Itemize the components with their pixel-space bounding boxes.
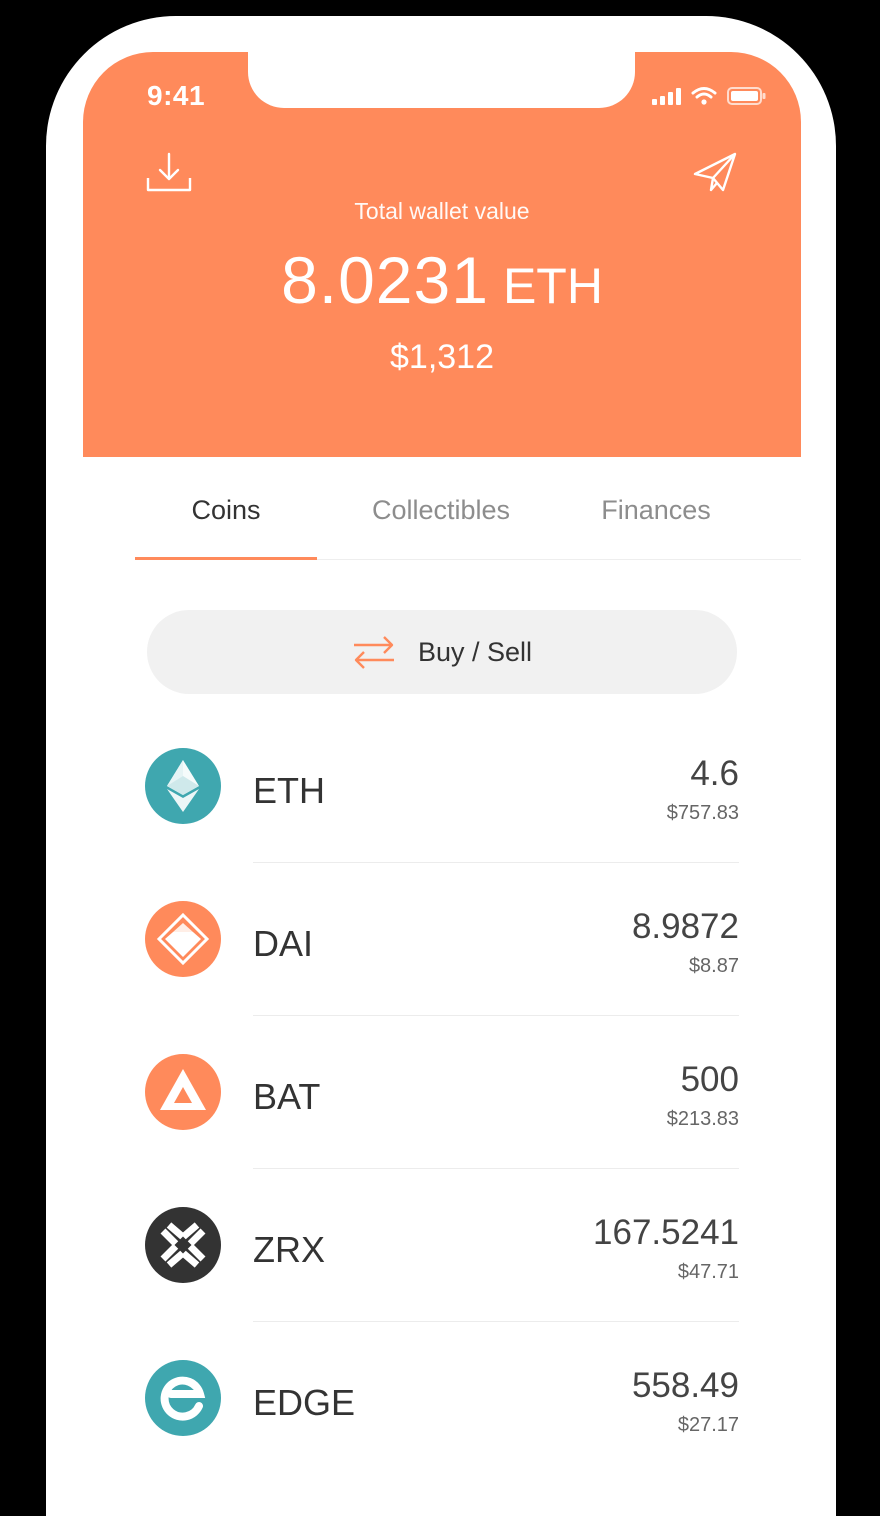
buy-sell-button[interactable]: Buy / Sell bbox=[147, 610, 737, 694]
app-screen: 9:41 Total wallet value 8.0231 ETH $1,31… bbox=[83, 52, 801, 1443]
swap-arrows-icon bbox=[353, 636, 394, 669]
wallet-unit: ETH bbox=[502, 258, 603, 314]
active-tab-indicator bbox=[135, 557, 317, 560]
receive-button[interactable] bbox=[145, 150, 195, 198]
wallet-value: 8.0231 ETH bbox=[83, 242, 801, 318]
wifi-icon bbox=[691, 87, 717, 105]
zrx-icon bbox=[145, 1207, 221, 1283]
signal-icon bbox=[652, 87, 681, 105]
buy-sell-label: Buy / Sell bbox=[417, 636, 533, 667]
coin-amount: 167.5241 bbox=[593, 1213, 739, 1252]
coin-fiat-value: $8.87 bbox=[688, 955, 739, 977]
coin-symbol: ETH bbox=[253, 770, 325, 811]
coin-amount: 500 bbox=[680, 1060, 739, 1099]
row-divider bbox=[253, 862, 739, 863]
coin-fiat-value: $757.83 bbox=[666, 802, 739, 824]
paper-plane-icon bbox=[693, 152, 737, 192]
coin-fiat-value: $213.83 bbox=[666, 1108, 739, 1130]
coin-row-bat[interactable]: BAT 500 $213.83 bbox=[145, 1052, 739, 1204]
status-icons bbox=[652, 86, 767, 106]
coin-amount: 4.6 bbox=[690, 754, 739, 793]
wallet-fiat-value: $1,312 bbox=[390, 338, 494, 376]
row-divider bbox=[253, 1168, 739, 1169]
download-icon bbox=[146, 152, 192, 192]
wallet-header: 9:41 Total wallet value 8.0231 ETH $1,31… bbox=[83, 52, 801, 457]
coin-fiat-value: $27.17 bbox=[677, 1414, 739, 1436]
coin-symbol: ZRX bbox=[253, 1229, 325, 1270]
coin-symbol: DAI bbox=[253, 923, 314, 964]
wallet-label: Total wallet value bbox=[354, 198, 530, 224]
battery-icon bbox=[727, 87, 766, 105]
tab-bar: Coins Collectibles Finances bbox=[83, 457, 801, 562]
coin-amount: 558.49 bbox=[631, 1366, 739, 1405]
bat-icon bbox=[145, 1054, 221, 1130]
tab-divider bbox=[317, 559, 801, 560]
status-time: 9:41 bbox=[147, 80, 206, 111]
dai-icon bbox=[145, 901, 221, 977]
eth-icon bbox=[145, 748, 221, 824]
coin-symbol: BAT bbox=[253, 1076, 321, 1117]
coin-row-eth[interactable]: ETH 4.6 $757.83 bbox=[145, 746, 739, 898]
row-divider bbox=[253, 1015, 739, 1016]
tab-collectibles[interactable]: Collectibles bbox=[349, 495, 533, 526]
tab-coins[interactable]: Coins bbox=[135, 495, 317, 526]
edge-icon bbox=[145, 1360, 221, 1436]
phone-notch bbox=[248, 52, 635, 108]
coin-symbol: EDGE bbox=[253, 1382, 356, 1423]
row-divider bbox=[253, 1321, 739, 1322]
send-button[interactable] bbox=[691, 150, 741, 198]
wallet-amount: 8.0231 bbox=[281, 243, 489, 317]
coin-row-zrx[interactable]: ZRX 167.5241 $47.71 bbox=[145, 1205, 739, 1357]
coin-fiat-value: $47.71 bbox=[677, 1261, 739, 1283]
coin-amount: 8.9872 bbox=[631, 907, 739, 946]
tab-finances[interactable]: Finances bbox=[575, 495, 737, 526]
coin-row-dai[interactable]: DAI 8.9872 $8.87 bbox=[145, 899, 739, 1051]
coin-row-edge[interactable]: EDGE 558.49 $27.17 bbox=[145, 1358, 739, 1443]
